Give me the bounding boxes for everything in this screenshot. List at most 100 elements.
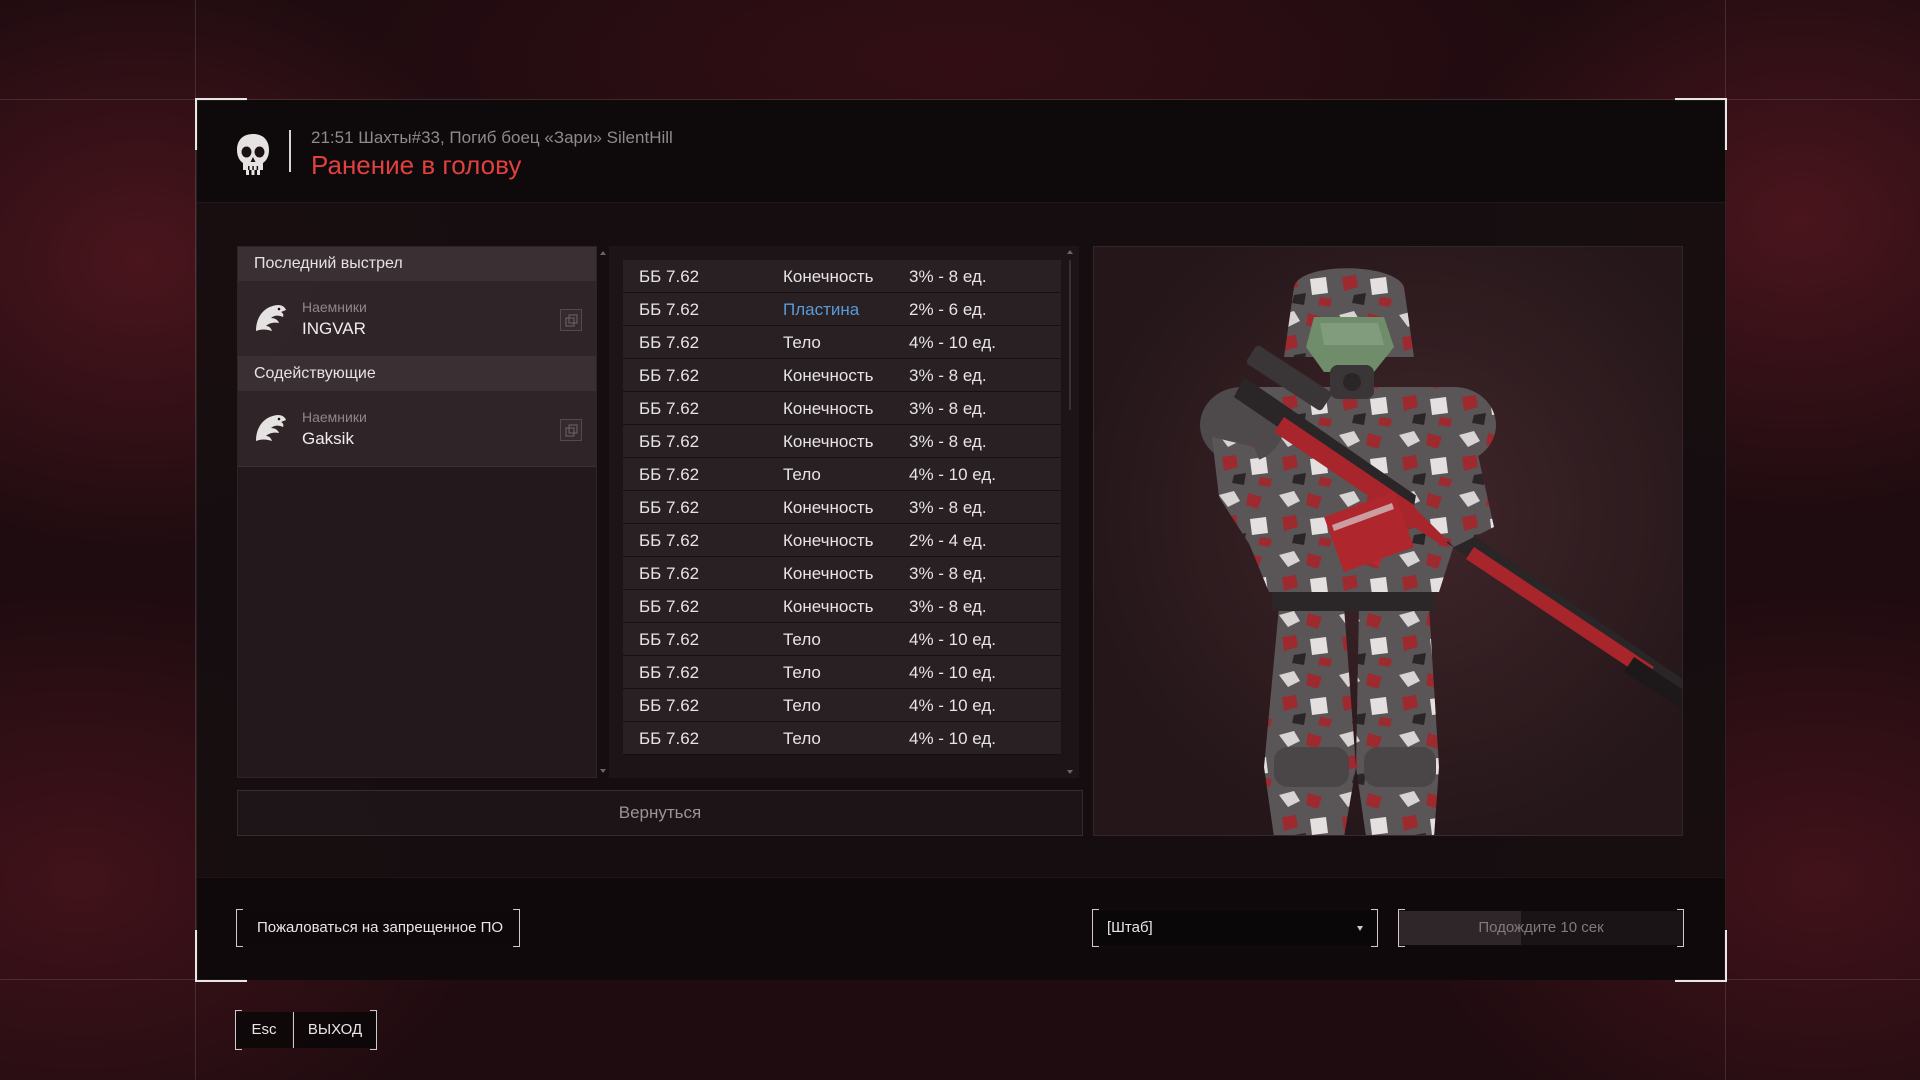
respawn-wait-label: Подождите 10 сек bbox=[1478, 919, 1604, 936]
hit-row: ББ 7.62 Конечность 3% - 8 ед. bbox=[623, 359, 1061, 392]
hit-damage: 4% - 10 ед. bbox=[909, 696, 997, 715]
chevron-down-icon bbox=[1357, 926, 1363, 931]
hit-row: ББ 7.62 Конечность 3% - 8 ед. bbox=[623, 557, 1061, 590]
last-shot-heading: Последний выстрел bbox=[238, 247, 596, 281]
hit-zone: Тело bbox=[783, 333, 821, 352]
respawn-footer: Пожаловаться на запрещенное ПО [Штаб] По… bbox=[197, 877, 1725, 980]
hit-ammo: ББ 7.62 bbox=[639, 300, 700, 319]
hit-zone: Тело bbox=[783, 465, 821, 484]
killer-name: INGVAR bbox=[302, 319, 366, 338]
death-header: 21:51 Шахты#33, Погиб боец «Зари» Silent… bbox=[197, 100, 1725, 203]
hit-damage: 4% - 10 ед. bbox=[909, 663, 997, 682]
scroll-up-arrow-icon[interactable] bbox=[1067, 250, 1073, 254]
hit-ammo: ББ 7.62 bbox=[639, 729, 700, 748]
hit-damage: 4% - 10 ед. bbox=[909, 465, 997, 484]
esc-key-hint: Esc bbox=[236, 1012, 292, 1048]
hit-zone: Конечность bbox=[783, 366, 874, 385]
hit-damage: 4% - 10 ед. bbox=[909, 729, 997, 748]
death-info-window: 21:51 Шахты#33, Погиб боец «Зари» Silent… bbox=[195, 98, 1727, 982]
killer-faction: Наемники bbox=[302, 299, 367, 315]
killer-row[interactable]: Наемники INGVAR bbox=[238, 281, 596, 357]
hit-ammo: ББ 7.62 bbox=[639, 531, 700, 550]
scroll-down-arrow-icon[interactable] bbox=[1067, 770, 1073, 774]
hit-ammo: ББ 7.62 bbox=[639, 366, 700, 385]
assists-heading: Содействующие bbox=[238, 357, 596, 391]
killers-panel: Последний выстрел Наемники INGVAR Содейс… bbox=[237, 246, 606, 778]
hits-list[interactable]: ББ 7.62 Конечность 3% - 8 ед. ББ 7.62 Пласти… bbox=[623, 260, 1061, 760]
hit-ammo: ББ 7.62 bbox=[639, 564, 700, 583]
hits-scrollbar[interactable] bbox=[1067, 246, 1073, 778]
death-cause-title: Ранение в голову bbox=[311, 150, 522, 180]
hit-ammo: ББ 7.62 bbox=[639, 333, 700, 352]
hit-damage: 3% - 8 ед. bbox=[909, 267, 987, 286]
hit-row: ББ 7.62 Конечность 3% - 8 ед. bbox=[623, 590, 1061, 623]
hit-zone: Тело bbox=[783, 630, 821, 649]
hit-zone: Конечность bbox=[783, 498, 874, 517]
hit-zone: Конечность bbox=[783, 531, 874, 550]
death-event-line: 21:51 Шахты#33, Погиб боец «Зари» Silent… bbox=[311, 128, 673, 147]
assist-row[interactable]: Наемники Gaksik bbox=[238, 391, 596, 467]
hit-zone: Тело bbox=[783, 696, 821, 715]
assist-name: Gaksik bbox=[302, 429, 354, 448]
hit-ammo: ББ 7.62 bbox=[639, 267, 700, 286]
header-separator bbox=[289, 130, 291, 172]
hit-ammo: ББ 7.62 bbox=[639, 630, 700, 649]
hit-zone: Конечность bbox=[783, 564, 874, 583]
spawn-point-value: [Штаб] bbox=[1107, 919, 1153, 936]
hit-row: ББ 7.62 Тело 4% - 10 ед. bbox=[623, 326, 1061, 359]
hit-zone: Тело bbox=[783, 729, 821, 748]
hit-ammo: ББ 7.62 bbox=[639, 597, 700, 616]
hit-damage: 3% - 8 ед. bbox=[909, 432, 987, 451]
assist-faction: Наемники bbox=[302, 409, 367, 425]
hit-damage: 3% - 8 ед. bbox=[909, 597, 987, 616]
killer-character-preview bbox=[1093, 246, 1683, 836]
hit-damage: 4% - 10 ед. bbox=[909, 630, 997, 649]
soldier-figure bbox=[1200, 268, 1682, 835]
hit-zone: Конечность bbox=[783, 432, 874, 451]
hit-row: ББ 7.62 Тело 4% - 10 ед. bbox=[623, 458, 1061, 491]
hit-ammo: ББ 7.62 bbox=[639, 498, 700, 517]
respawn-wait-button: Подождите 10 сек bbox=[1398, 909, 1684, 947]
hit-ammo: ББ 7.62 bbox=[639, 432, 700, 451]
hit-ammo: ББ 7.62 bbox=[639, 696, 700, 715]
hit-row: ББ 7.62 Конечность 3% - 8 ед. bbox=[623, 425, 1061, 458]
eagle-faction-icon bbox=[256, 305, 286, 331]
killers-scrollbar[interactable] bbox=[600, 247, 606, 777]
hit-ammo: ББ 7.62 bbox=[639, 399, 700, 418]
hit-damage: 3% - 8 ед. bbox=[909, 498, 987, 517]
hit-damage: 3% - 8 ед. bbox=[909, 399, 987, 418]
hit-zone: Тело bbox=[783, 663, 821, 682]
copy-icon bbox=[565, 424, 578, 437]
hit-row: ББ 7.62 Тело 4% - 10 ед. bbox=[623, 656, 1061, 689]
back-button[interactable]: Вернуться bbox=[237, 790, 1083, 836]
hit-zone: Конечность bbox=[783, 267, 874, 286]
hit-zone: Пластина bbox=[783, 300, 860, 319]
report-cheat-button[interactable]: Пожаловаться на запрещенное ПО bbox=[236, 909, 520, 947]
hit-row: ББ 7.62 Тело 4% - 10 ед. bbox=[623, 623, 1061, 656]
eagle-faction-icon bbox=[256, 415, 286, 441]
hit-row: ББ 7.62 Конечность 3% - 8 ед. bbox=[623, 491, 1061, 524]
hit-row: ББ 7.62 Тело 4% - 10 ед. bbox=[623, 689, 1061, 722]
hit-damage: 2% - 4 ед. bbox=[909, 531, 987, 550]
hits-panel: ББ 7.62 Конечность 3% - 8 ед. ББ 7.62 Пласти… bbox=[609, 246, 1079, 778]
spawn-point-select[interactable]: [Штаб] bbox=[1092, 909, 1378, 947]
scrollbar-thumb[interactable] bbox=[1069, 260, 1071, 410]
scroll-down-arrow-icon[interactable] bbox=[600, 769, 606, 773]
hit-ammo: ББ 7.62 bbox=[639, 465, 700, 484]
copy-icon bbox=[565, 314, 578, 327]
hit-row: ББ 7.62 Конечность 3% - 8 ед. bbox=[623, 392, 1061, 425]
exit-button[interactable]: ВЫХОД bbox=[294, 1012, 376, 1048]
copy-assist-name-button[interactable] bbox=[560, 419, 582, 441]
hit-row: ББ 7.62 Пластина 2% - 6 ед. bbox=[623, 293, 1061, 326]
hit-damage: 3% - 8 ед. bbox=[909, 564, 987, 583]
hit-ammo: ББ 7.62 bbox=[639, 663, 700, 682]
copy-killer-name-button[interactable] bbox=[560, 309, 582, 331]
skull-icon bbox=[237, 134, 269, 175]
scroll-up-arrow-icon[interactable] bbox=[600, 251, 606, 255]
hit-row: ББ 7.62 Конечность 2% - 4 ед. bbox=[623, 524, 1061, 557]
hit-zone: Конечность bbox=[783, 399, 874, 418]
hit-damage: 2% - 6 ед. bbox=[909, 300, 987, 319]
hit-zone: Конечность bbox=[783, 597, 874, 616]
hit-damage: 4% - 10 ед. bbox=[909, 333, 997, 352]
hit-row: ББ 7.62 Конечность 3% - 8 ед. bbox=[623, 260, 1061, 293]
